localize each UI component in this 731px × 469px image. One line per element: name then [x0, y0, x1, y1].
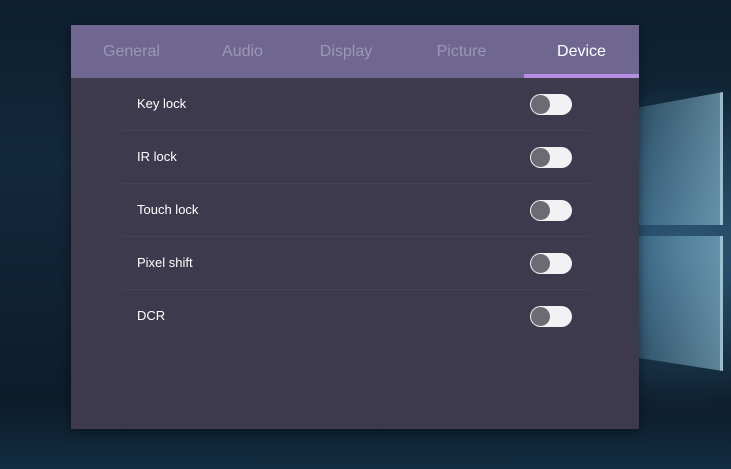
tab-display[interactable]: Display	[293, 25, 399, 78]
ir-lock-toggle[interactable]	[530, 147, 572, 168]
setting-row-touch-lock: Touch lock	[121, 184, 589, 237]
toggle-knob	[531, 95, 550, 114]
tab-general[interactable]: General	[71, 25, 192, 78]
tab-audio[interactable]: Audio	[192, 25, 293, 78]
tab-device[interactable]: Device	[524, 25, 639, 78]
settings-list: Key lock IR lock Touch lock Pixel shift	[71, 78, 639, 342]
wallpaper-window-pane	[636, 236, 723, 371]
tab-general-label: General	[103, 43, 160, 60]
dcr-toggle[interactable]	[530, 306, 572, 327]
tab-picture-label: Picture	[436, 43, 487, 60]
tab-picture[interactable]: Picture	[399, 25, 524, 78]
touch-lock-toggle[interactable]	[530, 200, 572, 221]
setting-row-ir-lock: IR lock	[121, 131, 589, 184]
toggle-knob	[531, 148, 550, 167]
setting-label: Key lock	[137, 96, 187, 111]
setting-label: DCR	[137, 308, 166, 323]
setting-row-pixel-shift: Pixel shift	[121, 237, 589, 290]
setting-label: Pixel shift	[137, 255, 193, 270]
toggle-knob	[531, 254, 550, 273]
setting-label: IR lock	[137, 149, 177, 164]
tab-audio-label: Audio	[222, 43, 263, 60]
settings-panel: General Audio Display Picture Device Key…	[71, 25, 639, 429]
setting-row-key-lock: Key lock	[121, 78, 589, 131]
tab-display-label: Display	[319, 43, 373, 60]
wallpaper-window-pane	[636, 92, 723, 225]
pixel-shift-toggle[interactable]	[530, 253, 572, 274]
key-lock-toggle[interactable]	[530, 94, 572, 115]
desktop-background: General Audio Display Picture Device Key…	[0, 0, 731, 469]
setting-label: Touch lock	[137, 202, 199, 217]
setting-row-dcr: DCR	[121, 290, 589, 342]
toggle-knob	[531, 307, 550, 326]
tab-device-label: Device	[557, 43, 606, 60]
tab-bar: General Audio Display Picture Device	[71, 25, 639, 78]
toggle-knob	[531, 201, 550, 220]
